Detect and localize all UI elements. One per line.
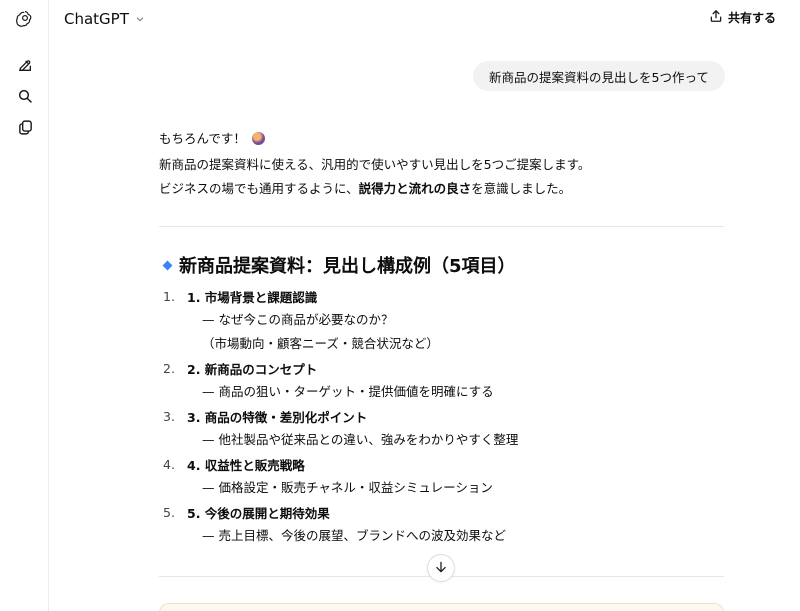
list-item-title: 4. 収益性と販売戦略	[187, 457, 305, 473]
model-label: ChatGPT	[64, 9, 129, 28]
chevron-down-icon	[135, 10, 145, 28]
list-number: 4.	[163, 456, 175, 472]
list-item-detail: — 他社製品や従来品との違い、強みをわかりやすく整理	[202, 432, 519, 447]
list-number: 1.	[163, 288, 175, 304]
share-label: 共有する	[727, 11, 776, 25]
divider-top	[159, 226, 724, 227]
next-content-card	[159, 603, 724, 611]
user-message-bubble: 新商品の提案資料の見出しを5つ作って	[473, 61, 725, 91]
openai-logo-icon[interactable]	[16, 9, 34, 27]
top-header: ChatGPT 共有する	[49, 0, 800, 40]
user-message-text: 新商品の提案資料の見出しを5つ作って	[489, 69, 709, 85]
assistant-note-line: ビジネスの場でも通用するように、説得力と流れの良さを意識しました。	[159, 176, 724, 202]
section-title-text: 新商品提案資料：見出し構成例（5項目）	[179, 256, 516, 277]
list-number: 5.	[163, 504, 175, 520]
list-item: 3. 3. 商品の特徴・差別化ポイント	[159, 404, 724, 428]
scroll-to-bottom-button[interactable]	[427, 554, 455, 582]
list-item: 2. 2. 新商品のコンセプト	[159, 356, 724, 380]
list-item-title: 3. 商品の特徴・差別化ポイント	[187, 409, 368, 425]
model-selector[interactable]: ChatGPT	[64, 9, 145, 28]
note-bold: 説得力と流れの良さ	[358, 181, 472, 196]
list-item-detail: — 価格設定・販売チャネル・収益シミュレーション	[202, 480, 493, 495]
search-icon[interactable]	[16, 87, 34, 105]
sidebar-rail	[0, 0, 49, 611]
list-number: 3.	[163, 408, 175, 424]
list-item-detail: — 商品の狙い・ターゲット・提供価値を明確にする	[202, 384, 494, 399]
assistant-greeting-line: もちろんです！	[159, 126, 724, 152]
headline-list: 1. 1. 市場背景と課題認識 — なぜ今この商品が必要なのか？ （市場動向・顧…	[159, 284, 724, 548]
list-number: 2.	[163, 360, 175, 376]
list-item-title: 2. 新商品のコンセプト	[187, 361, 318, 377]
list-item: 5. 5. 今後の展開と期待効果	[159, 500, 724, 524]
list-item-detail: （市場動向・顧客ニーズ・競合状況など）	[202, 336, 439, 351]
list-item-detail: — なぜ今この商品が必要なのか？	[202, 312, 394, 327]
assistant-intro-line: 新商品の提案資料に使える、汎用的で使いやすい見出しを5つご提案します。	[159, 152, 724, 178]
new-chat-icon[interactable]	[16, 56, 34, 74]
note-prefix: ビジネスの場でも通用するように、	[159, 181, 359, 196]
list-item-title: 1. 市場背景と課題認識	[187, 289, 318, 305]
note-suffix: を意識しました。	[471, 181, 572, 196]
diamond-bullet-icon	[162, 260, 173, 270]
list-item-detail: — 売上目標、今後の展望、ブランドへの波及効果など	[202, 528, 506, 543]
assistant-intro-text: 新商品の提案資料に使える、汎用的で使いやすい見出しを5つご提案します。	[159, 157, 591, 172]
list-item: 1. 1. 市場背景と課題認識	[159, 284, 724, 308]
raised-hands-emoji-icon	[251, 132, 265, 145]
list-item-title: 5. 今後の展開と期待効果	[187, 505, 330, 521]
library-icon[interactable]	[16, 118, 34, 136]
section-title: 新商品提案資料：見出し構成例（5項目）	[162, 252, 516, 278]
arrow-down-icon	[434, 559, 448, 578]
assistant-greeting: もちろんです！	[159, 131, 246, 146]
share-icon	[709, 9, 723, 26]
list-item: 4. 4. 収益性と販売戦略	[159, 452, 724, 476]
share-button[interactable]: 共有する	[709, 9, 776, 26]
